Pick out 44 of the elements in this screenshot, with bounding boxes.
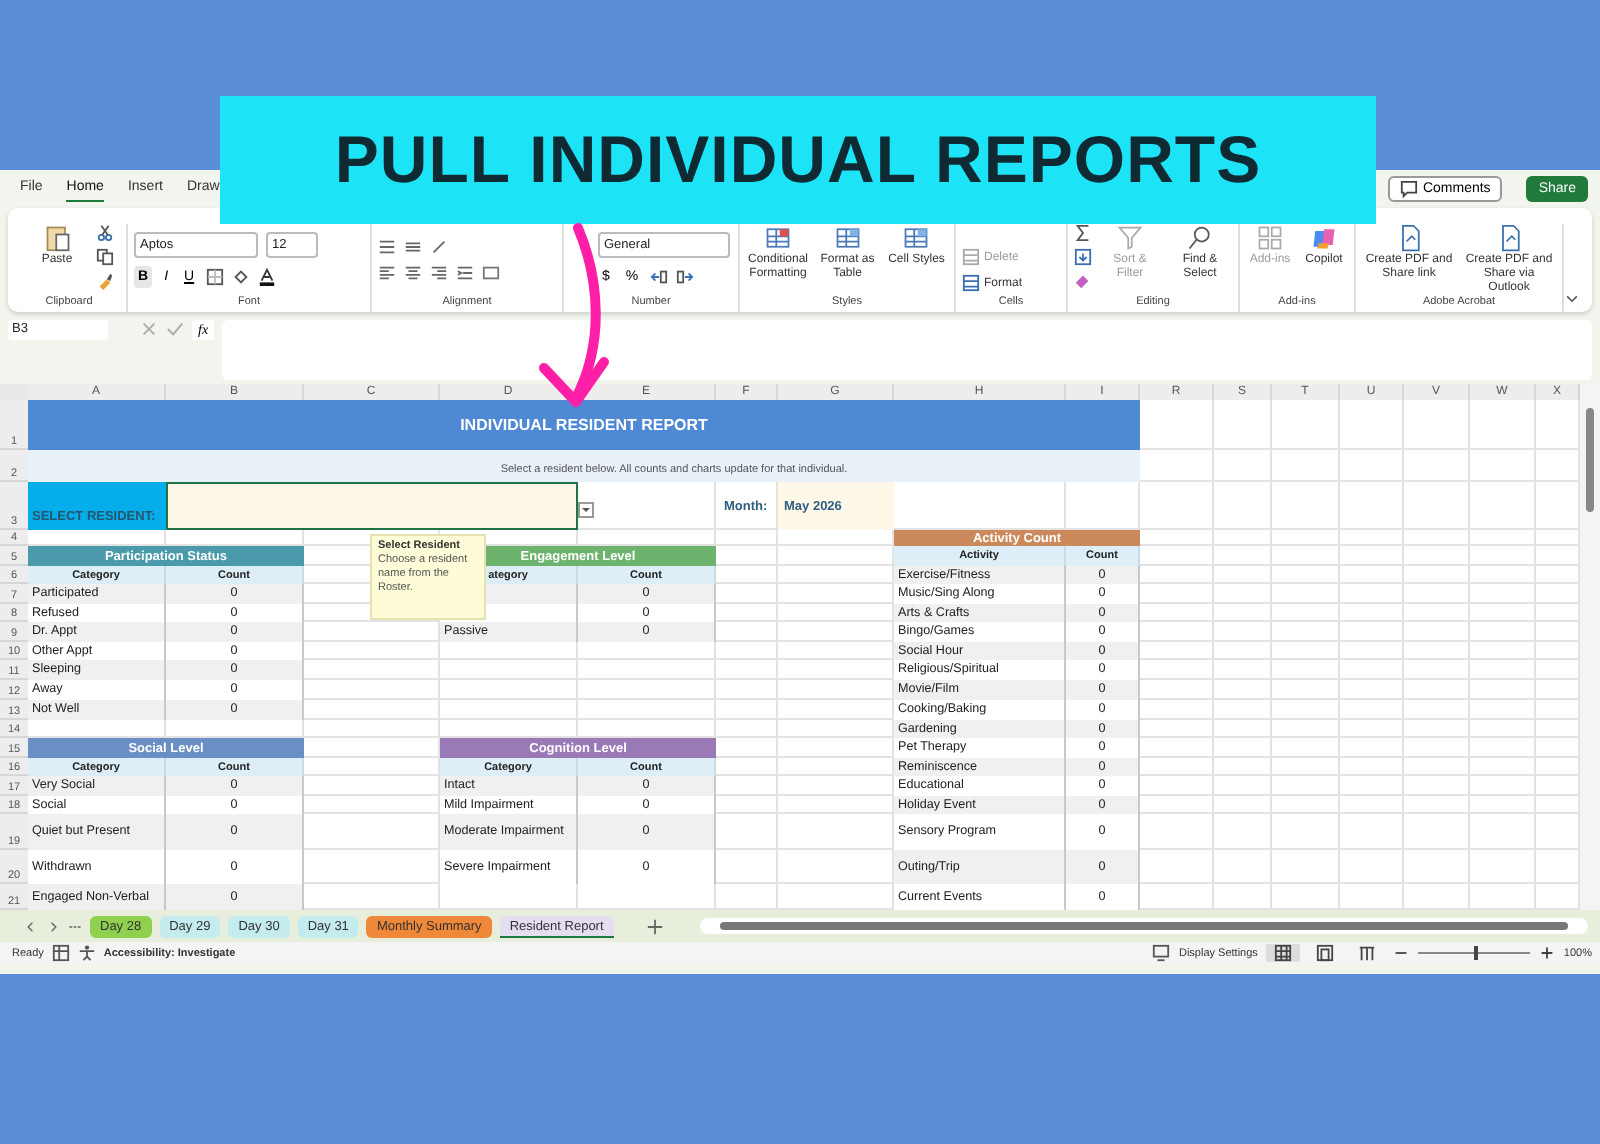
add-icon[interactable] <box>645 917 664 935</box>
monitor-icon[interactable] <box>1152 944 1171 962</box>
search-icon <box>1186 224 1214 252</box>
formula-field[interactable] <box>222 320 1592 380</box>
dropdown-icon[interactable] <box>578 502 594 518</box>
align-left-icon[interactable] <box>378 264 396 282</box>
banner-title: PULL INDIVIDUAL REPORTS <box>220 96 1376 224</box>
fill-down-icon[interactable] <box>1074 248 1092 266</box>
grid-icon <box>962 274 980 292</box>
accessibility-icon[interactable] <box>77 944 96 962</box>
sum-icon[interactable] <box>1074 224 1092 242</box>
zoom-slider[interactable] <box>1473 946 1478 960</box>
plus-icon[interactable] <box>1537 944 1556 962</box>
swirl-icon <box>1310 224 1338 252</box>
sheet-icon[interactable] <box>51 944 70 962</box>
align-center-icon[interactable] <box>404 264 422 282</box>
comment-icon <box>1400 179 1419 197</box>
align-middle-icon[interactable] <box>404 238 422 256</box>
font-color-icon[interactable] <box>258 268 277 286</box>
grid-icon <box>1256 224 1284 252</box>
decrease-decimal-icon[interactable] <box>676 268 695 286</box>
align-top-icon[interactable] <box>378 238 396 256</box>
horizontal-scrollbar[interactable] <box>699 918 1588 934</box>
orientation-icon[interactable] <box>430 238 448 256</box>
scissors-icon[interactable] <box>95 224 113 242</box>
table-icon <box>764 224 792 252</box>
caret-icon[interactable] <box>1564 290 1580 306</box>
report-title: INDIVIDUAL RESIDENT REPORT <box>28 400 1140 450</box>
increase-decimal-icon[interactable] <box>650 268 669 286</box>
check-icon[interactable] <box>166 320 184 338</box>
indent-icon[interactable] <box>456 264 474 282</box>
funnel-icon <box>1116 224 1144 252</box>
resident-field[interactable] <box>166 482 578 530</box>
normal-view-icon[interactable] <box>1265 944 1300 962</box>
table-icon <box>902 224 931 252</box>
brush-icon[interactable] <box>95 272 113 290</box>
copy-icon[interactable] <box>95 248 113 266</box>
align-right-icon[interactable] <box>430 264 448 282</box>
clipboard-icon <box>43 224 71 252</box>
table-icon <box>833 224 862 252</box>
merge-icon[interactable] <box>482 264 500 282</box>
borders-icon[interactable] <box>206 268 225 286</box>
grid-icon <box>962 248 980 266</box>
vertical-scrollbar[interactable] <box>1580 384 1600 910</box>
